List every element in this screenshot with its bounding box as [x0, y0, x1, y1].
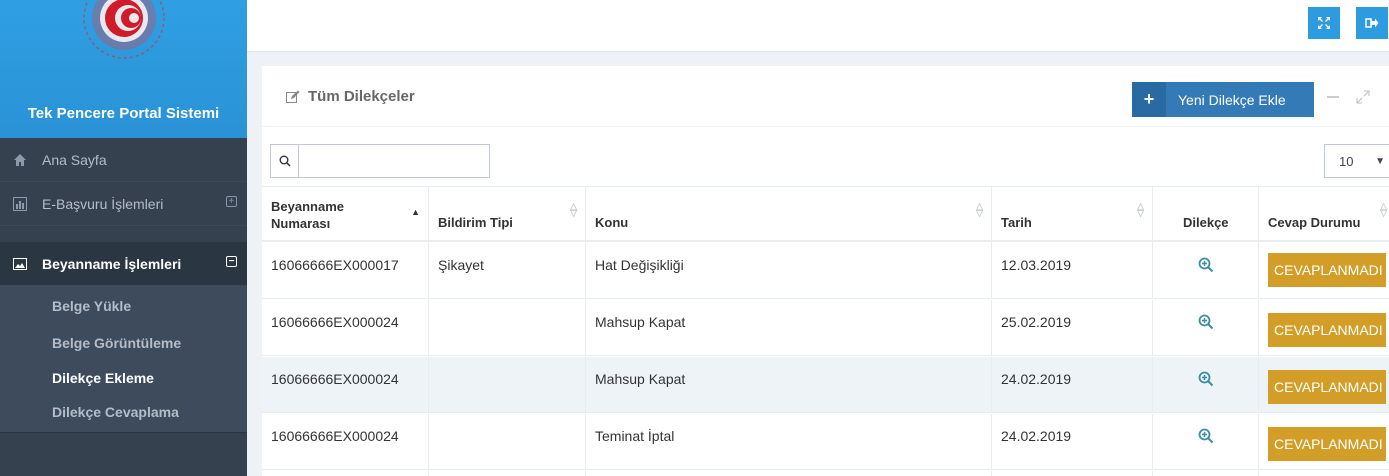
submenu-item-belge-yukle[interactable]: Belge Yükle: [52, 298, 131, 314]
portlet-divider: [262, 126, 1389, 127]
plus-icon: +: [1132, 82, 1166, 117]
cell-beyanname-no: 16066666EX000024: [262, 414, 429, 470]
submenu-item-belge-goruntuleme[interactable]: Belge Görüntüleme: [52, 335, 181, 351]
table-row[interactable]: 16066666EX000024 Mahsup Kapat 25.02.2019…: [262, 300, 1389, 356]
sort-icon: △ ▽: [1137, 201, 1144, 218]
sidebar-item-e-basvuru[interactable]: E-Başvuru İşlemleri +: [0, 182, 247, 226]
zoom-in-icon[interactable]: [1198, 257, 1214, 273]
column-header-dilekce[interactable]: Dilekçe: [1153, 187, 1259, 243]
cell-beyanname-no: 16066666EX000017: [262, 243, 429, 299]
bar-chart-icon: [12, 196, 28, 212]
portlet-title: Tüm Dilekçeler: [286, 88, 415, 105]
sort-icon: △ ▽: [1380, 201, 1387, 218]
search-input[interactable]: [299, 146, 489, 176]
sidebar-item-beyanname[interactable]: Beyanname İşlemleri −: [0, 242, 247, 286]
zoom-in-icon[interactable]: [1198, 371, 1214, 387]
status-badge: CEVAPLANMADI: [1268, 253, 1386, 287]
page-size-value: 10: [1339, 153, 1354, 169]
column-header-cevap-durumu[interactable]: Cevap Durumu △ ▽: [1259, 187, 1389, 243]
sort-asc-icon: ▲: [411, 207, 420, 217]
search-box: [270, 144, 490, 178]
page-size-select[interactable]: 10 ▼: [1324, 144, 1389, 178]
zoom-in-icon[interactable]: [1198, 314, 1214, 330]
cell-beyanname-no: 16066666EX000024: [262, 357, 429, 413]
collapse-icon[interactable]: −: [226, 256, 237, 267]
add-petition-label: Yeni Dilekçe Ekle: [1178, 91, 1286, 108]
table-row[interactable]: 16066666EX000024 Teminat İptal 24.02.201…: [262, 414, 1389, 470]
cell-konu: Teminat İptal: [586, 414, 992, 470]
cell-tarih: 12.03.2019: [992, 243, 1153, 299]
cell-bildirim-tipi: [429, 300, 586, 356]
logout-icon: [1365, 18, 1379, 28]
expand-icon[interactable]: +: [226, 196, 237, 207]
submenu-beyanname: Belge Yükle Belge Görüntüleme Dilekçe Ek…: [0, 286, 247, 432]
table-row[interactable]: [262, 471, 1389, 476]
fullscreen-icon: [1318, 17, 1330, 29]
portal-title: Tek Pencere Portal Sistemi: [27, 105, 220, 122]
sidebar-footer: [0, 432, 247, 476]
column-header-bildirim-tipi[interactable]: Bildirim Tipi △ ▽: [429, 187, 586, 243]
sidebar-item-label: Beyanname İşlemleri: [42, 255, 182, 272]
table-row[interactable]: 16066666EX000024 Mahsup Kapat 24.02.2019…: [262, 357, 1389, 413]
cell-dilekce: [1153, 300, 1259, 356]
column-header-konu[interactable]: Konu △ ▽: [586, 187, 992, 243]
sort-icon: △ ▽: [976, 201, 983, 218]
sidebar-item-label: E-Başvuru İşlemleri: [42, 195, 164, 212]
cell-dilekce: [1153, 243, 1259, 299]
cell-cevap-durumu: CEVAPLANMADI: [1259, 414, 1389, 470]
cell-bildirim-tipi: [429, 357, 586, 413]
cell-beyanname-no: 16066666EX000024: [262, 300, 429, 356]
sort-icon: △ ▽: [570, 201, 577, 218]
cell-bildirim-tipi: [429, 471, 586, 476]
fullscreen-portlet-icon[interactable]: [1356, 90, 1370, 104]
logout-button[interactable]: [1356, 7, 1388, 39]
cell-beyanname-no: [262, 471, 429, 476]
status-badge: CEVAPLANMADI: [1268, 313, 1386, 347]
cell-dilekce: [1153, 357, 1259, 413]
petitions-portlet: Tüm Dilekçeler + Yeni Dilekçe Ekle 10 ▼ …: [262, 66, 1389, 476]
cell-dilekce: [1153, 414, 1259, 470]
edit-icon: [286, 90, 300, 103]
submenu-item-dilekce-ekleme[interactable]: Dilekçe Ekleme: [52, 370, 154, 386]
cell-cevap-durumu: CEVAPLANMADI: [1259, 243, 1389, 299]
image-icon: [12, 256, 28, 272]
sidebar: Tek Pencere Portal Sistemi Ana Sayfa E-B…: [0, 0, 247, 476]
fullscreen-button[interactable]: [1308, 7, 1340, 39]
cell-cevap-durumu: CEVAPLANMADI: [1259, 300, 1389, 356]
table-row[interactable]: 16066666EX000017 Şikayet Hat Değişikliği…: [262, 243, 1389, 299]
cell-konu: Mahsup Kapat: [586, 300, 992, 356]
status-badge: CEVAPLANMADI: [1268, 370, 1386, 404]
submenu-item-dilekce-cevaplama[interactable]: Dilekçe Cevaplama: [52, 404, 179, 420]
cell-tarih: 24.02.2019: [992, 414, 1153, 470]
add-petition-button[interactable]: + Yeni Dilekçe Ekle: [1132, 82, 1314, 117]
column-header-tarih[interactable]: Tarih △ ▽: [992, 187, 1153, 243]
caret-down-icon: ▼: [1375, 156, 1385, 167]
cell-bildirim-tipi: Şikayet: [429, 243, 586, 299]
portlet-title-text: Tüm Dilekçeler: [308, 88, 415, 105]
cell-dilekce: [1153, 471, 1259, 476]
status-badge: CEVAPLANMADI: [1268, 427, 1386, 461]
home-icon: [12, 152, 28, 168]
cell-tarih: 24.02.2019: [992, 357, 1153, 413]
top-bar: [247, 0, 1389, 52]
search-icon: [271, 145, 299, 177]
column-header-beyanname-no[interactable]: Beyanname Numarası ▲: [262, 187, 429, 243]
cell-konu: [586, 471, 992, 476]
collapse-portlet-icon[interactable]: [1326, 90, 1340, 104]
cell-konu: Mahsup Kapat: [586, 357, 992, 413]
cell-konu: Hat Değişikliği: [586, 243, 992, 299]
cell-bildirim-tipi: [429, 414, 586, 470]
zoom-in-icon[interactable]: [1198, 428, 1214, 444]
sidebar-item-label: Ana Sayfa: [42, 151, 107, 168]
cell-tarih: 25.02.2019: [992, 300, 1153, 356]
table-header: Beyanname Numarası ▲ Bildirim Tipi △ ▽ Ko…: [262, 186, 1389, 243]
cell-tarih: [992, 471, 1153, 476]
cell-cevap-durumu: CEVAPLANMADI: [1259, 357, 1389, 413]
emblem-logo: [83, 0, 165, 59]
brand-header: Tek Pencere Portal Sistemi: [0, 0, 247, 138]
sidebar-item-home[interactable]: Ana Sayfa: [0, 138, 247, 182]
